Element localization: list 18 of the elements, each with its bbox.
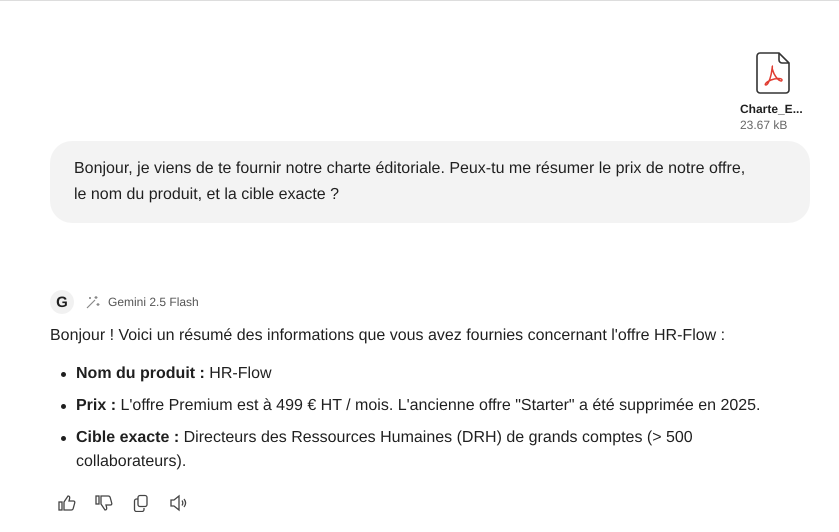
model-name: Gemini 2.5 Flash <box>108 295 199 309</box>
bullet-text: Cible exacte : Directeurs des Ressources Humaines (DRH) de grands comptes (> 500 collaborateurs). <box>76 428 694 472</box>
file-name: Charte_E... <box>740 102 803 116</box>
bullet-text: Prix : L'offre Premium est à 499 € HT / mois. L'ancienne offre "Starter" a été supprimée en 2025. <box>76 396 760 416</box>
file-size: 23.67 kB <box>740 118 788 132</box>
bullet-dot <box>61 436 66 441</box>
sparkle-wand-icon <box>86 295 100 309</box>
bullet-text: Nom du produit : HR-Flow <box>76 364 272 384</box>
thumbs-up-icon[interactable] <box>58 494 76 512</box>
model-avatar: G <box>50 290 74 314</box>
speaker-icon[interactable] <box>169 494 187 512</box>
bullet-dot <box>61 372 66 377</box>
copy-icon[interactable] <box>132 494 150 512</box>
user-message: Bonjour, je viens de te fournir notre charte éditoriale. Peux-tu me résumer le prix de notre offre, le nom du produit, et la cible exacte ? <box>50 141 810 223</box>
bullet-dot <box>61 404 66 409</box>
thumbs-down-icon[interactable] <box>95 494 113 512</box>
pdf-file-icon[interactable] <box>756 52 790 94</box>
response-text: Bonjour ! Voici un résumé des informations que vous avez fournies concernant l'offre HR-Flow : <box>50 326 726 346</box>
